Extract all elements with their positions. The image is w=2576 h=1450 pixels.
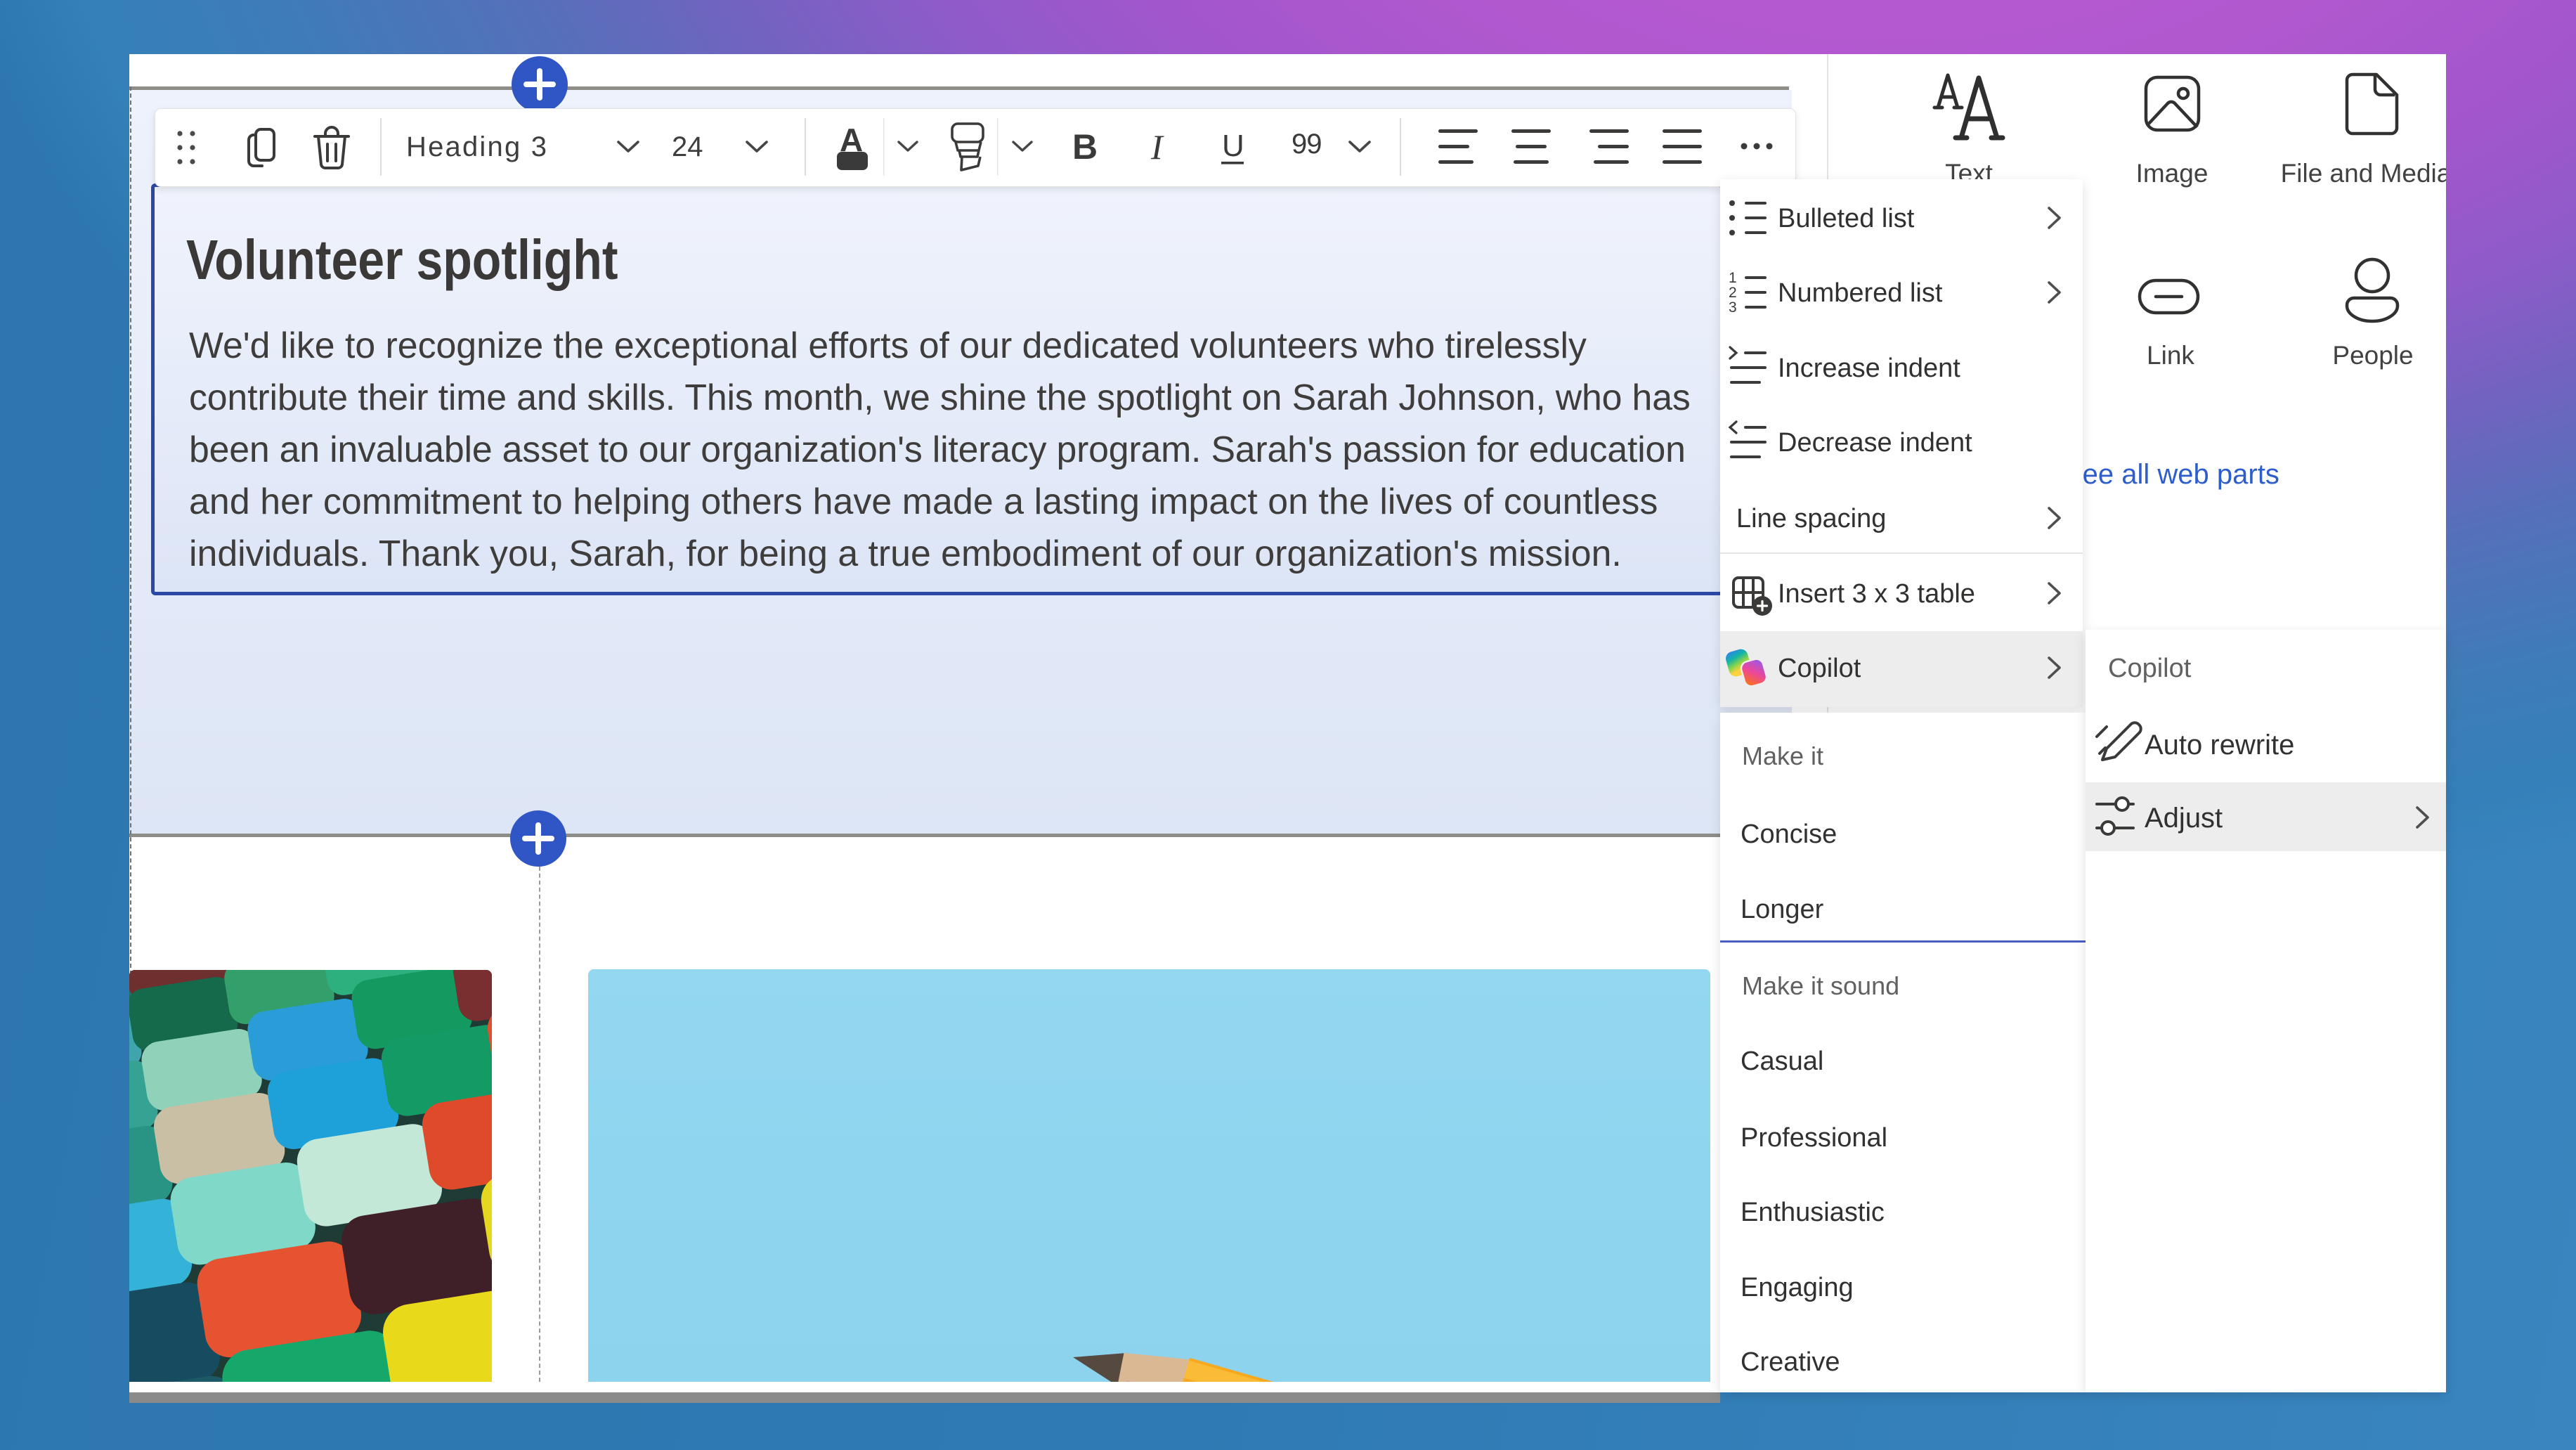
svg-text:Casual: Casual (1741, 1047, 1823, 1076)
svg-text:See all web parts: See all web parts (2064, 459, 2279, 490)
svg-text:Link: Link (2147, 341, 2194, 370)
svg-text:3: 3 (1729, 299, 1737, 316)
svg-text:Copilot: Copilot (2108, 654, 2192, 683)
svg-text:1: 1 (1729, 270, 1737, 286)
svg-text:Copilot: Copilot (1778, 654, 1861, 683)
svg-text:24: 24 (672, 131, 703, 162)
svg-text:Line spacing: Line spacing (1736, 504, 1886, 533)
svg-text:Increase indent: Increase indent (1778, 354, 1960, 383)
svg-text:Concise: Concise (1741, 820, 1837, 849)
svg-text:Image: Image (2136, 159, 2209, 188)
svg-text:Make it: Make it (1742, 742, 1823, 770)
svg-text:Numbered list: Numbered list (1778, 278, 1943, 308)
svg-text:I: I (1150, 127, 1164, 167)
svg-text:Professional: Professional (1741, 1123, 1887, 1153)
svg-text:Enthusiastic: Enthusiastic (1741, 1198, 1885, 1227)
svg-text:2: 2 (1729, 285, 1737, 301)
svg-text:File and Media: File and Media (2281, 159, 2446, 188)
svg-text:Longer: Longer (1741, 895, 1824, 924)
svg-text:Decrease indent: Decrease indent (1778, 428, 1972, 458)
svg-text:Creative: Creative (1741, 1347, 1840, 1377)
svg-text:Engaging: Engaging (1741, 1273, 1854, 1302)
svg-text:Bulleted list: Bulleted list (1778, 204, 1915, 233)
svg-text:Make it sound: Make it sound (1742, 971, 1899, 1000)
svg-text:Auto rewrite: Auto rewrite (2145, 730, 2294, 760)
svg-text:People: People (2332, 341, 2413, 370)
svg-text:Adjust: Adjust (2145, 803, 2223, 834)
svg-text:Heading 3: Heading 3 (406, 131, 548, 162)
svg-text:Insert 3 x 3 table: Insert 3 x 3 table (1778, 579, 1975, 609)
svg-text:99: 99 (1292, 129, 1322, 160)
svg-text:B: B (1072, 127, 1098, 167)
svg-text:U: U (1222, 129, 1244, 163)
